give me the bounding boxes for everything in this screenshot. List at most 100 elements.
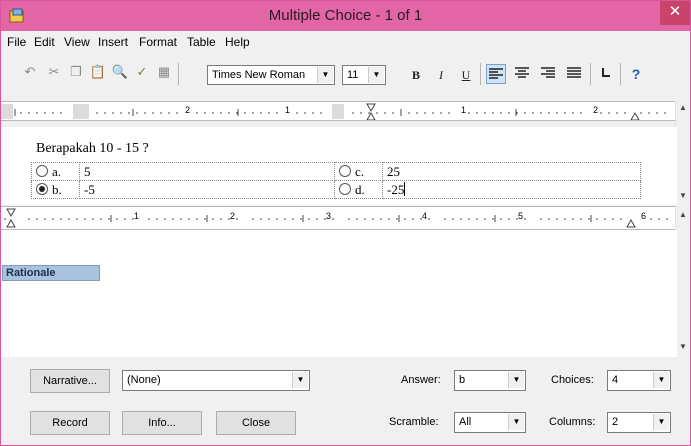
radio-a[interactable] [36,164,48,177]
font-name-select[interactable]: Times New Roman ▼ [207,65,335,85]
menu-table[interactable]: Table [187,35,216,49]
menu-edit[interactable]: Edit [34,35,55,49]
text-cursor [404,181,406,196]
justify-button[interactable] [564,64,584,84]
scroll-up-icon[interactable]: ▲ [676,101,690,115]
close-window-button[interactable]: ✕ [660,1,690,25]
chevron-down-icon: ▼ [653,372,669,388]
ruler-number: 2 [185,105,191,115]
rationale-ruler[interactable]: 1 2 3 4 5 6 [1,206,677,230]
table-row: b. -5 d. -25 [31,180,641,199]
toolbar-separator [480,63,481,85]
table-row: a. 5 c. 25 [31,162,641,181]
choice-c-selector[interactable]: c. [334,162,383,181]
chevron-down-icon: ▼ [368,67,384,83]
help-button[interactable]: ? [626,64,646,84]
ruler-number: 1 [461,105,467,115]
chevron-down-icon: ▼ [508,372,524,388]
choice-d-text[interactable]: -25 [382,180,641,199]
ruler-number: 2 [230,211,236,221]
window-title: Multiple Choice - 1 of 1 [268,7,423,24]
paste-icon[interactable]: 📋 [89,64,107,80]
choice-a-text[interactable]: 5 [79,162,335,181]
choices-label: Choices: [551,374,594,386]
rationale-scrollbar[interactable]: ▲ ▼ [675,206,690,357]
italic-button[interactable]: I [431,65,451,85]
toolbar-separator [620,63,621,85]
answer-select[interactable]: b ▼ [454,370,526,391]
title-bar: Multiple Choice - 1 of 1 ✕ [1,1,690,31]
left-tab-icon [602,68,610,77]
radio-c[interactable] [339,164,351,177]
choice-b-selector[interactable]: b. [31,180,80,199]
scroll-down-icon[interactable]: ▼ [676,189,690,203]
menu-format[interactable]: Format [139,35,177,49]
ruler-ticks [1,102,677,120]
choice-a-selector[interactable]: a. [31,162,80,181]
answer-label: Answer: [401,374,441,386]
question-editor[interactable]: Berapakah 10 - 15 ? a. 5 c. 25 b. -5 d. … [1,127,677,205]
copy-icon[interactable]: ❐ [67,64,85,80]
choice-c-text[interactable]: 25 [382,162,641,181]
chevron-down-icon: ▼ [317,67,333,83]
chevron-down-icon: ▼ [508,414,524,430]
bottom-controls: Narrative... (None) ▼ Answer: b ▼ Choice… [1,357,690,445]
choices-select[interactable]: 4 ▼ [607,370,671,391]
undo-icon[interactable]: ↶ [21,64,39,80]
align-center-button[interactable] [512,64,532,84]
scramble-select[interactable]: All ▼ [454,412,526,433]
radio-d[interactable] [339,182,351,195]
scroll-up-icon[interactable]: ▲ [676,208,690,222]
narrative-button[interactable]: Narrative... [30,369,110,393]
question-scrollbar[interactable]: ▲ ▼ [675,101,690,206]
toolbar-separator [178,63,179,85]
menu-bar: File Edit View Insert Format Table Help [1,31,690,53]
tab-stop-button[interactable] [596,64,616,84]
columns-label: Columns: [549,416,596,428]
ruler-number: 5 [518,211,524,221]
chevron-down-icon: ▼ [653,414,669,430]
align-right-button[interactable] [538,64,558,84]
find-icon[interactable]: 🔍 [111,64,129,80]
chevron-down-icon: ▼ [292,372,308,388]
ruler-ticks [1,207,677,229]
rationale-editor[interactable]: Rationale [1,230,677,357]
choices-table: a. 5 c. 25 b. -5 d. -25 [31,162,641,199]
info-button[interactable]: Info... [122,411,202,435]
justify-icon [567,67,581,78]
ruler-number: 1 [134,211,140,221]
cut-icon[interactable]: ✂ [45,64,63,80]
align-left-icon [489,68,503,79]
font-size-select[interactable]: 11 ▼ [342,65,386,85]
align-left-button[interactable] [486,64,506,84]
align-right-icon [541,67,555,78]
table-icon[interactable]: ▦ [155,64,173,80]
choice-d-selector[interactable]: d. [334,180,383,199]
question-text: Berapakah 10 - 15 ? [36,141,149,156]
menu-file[interactable]: File [7,35,26,49]
rationale-tab[interactable]: Rationale [2,265,100,281]
multiple-choice-window: Multiple Choice - 1 of 1 ✕ File Edit Vie… [0,0,691,446]
underline-button[interactable]: U [456,65,476,85]
question-ruler[interactable]: 2 1 1 2 [1,101,677,121]
choice-b-text[interactable]: -5 [79,180,335,199]
radio-b-selected[interactable] [36,182,48,195]
align-center-icon [515,67,529,78]
menu-help[interactable]: Help [225,35,250,49]
menu-insert[interactable]: Insert [98,35,128,49]
ruler-number: 2 [593,105,599,115]
close-button[interactable]: Close [216,411,296,435]
narrative-select[interactable]: (None) ▼ [122,370,310,391]
ruler-number: 3 [326,211,332,221]
bold-button[interactable]: B [406,65,426,85]
scroll-down-icon[interactable]: ▼ [676,340,690,354]
ruler-number: 4 [422,211,428,221]
scramble-label: Scramble: [389,416,439,428]
columns-select[interactable]: 2 ▼ [607,412,671,433]
ruler-number: 6 [641,211,647,221]
menu-view[interactable]: View [64,35,90,49]
spellcheck-icon[interactable]: ✓ [133,64,151,80]
toolbar-separator [590,63,591,85]
ruler-number: 1 [285,105,291,115]
record-button[interactable]: Record [30,411,110,435]
